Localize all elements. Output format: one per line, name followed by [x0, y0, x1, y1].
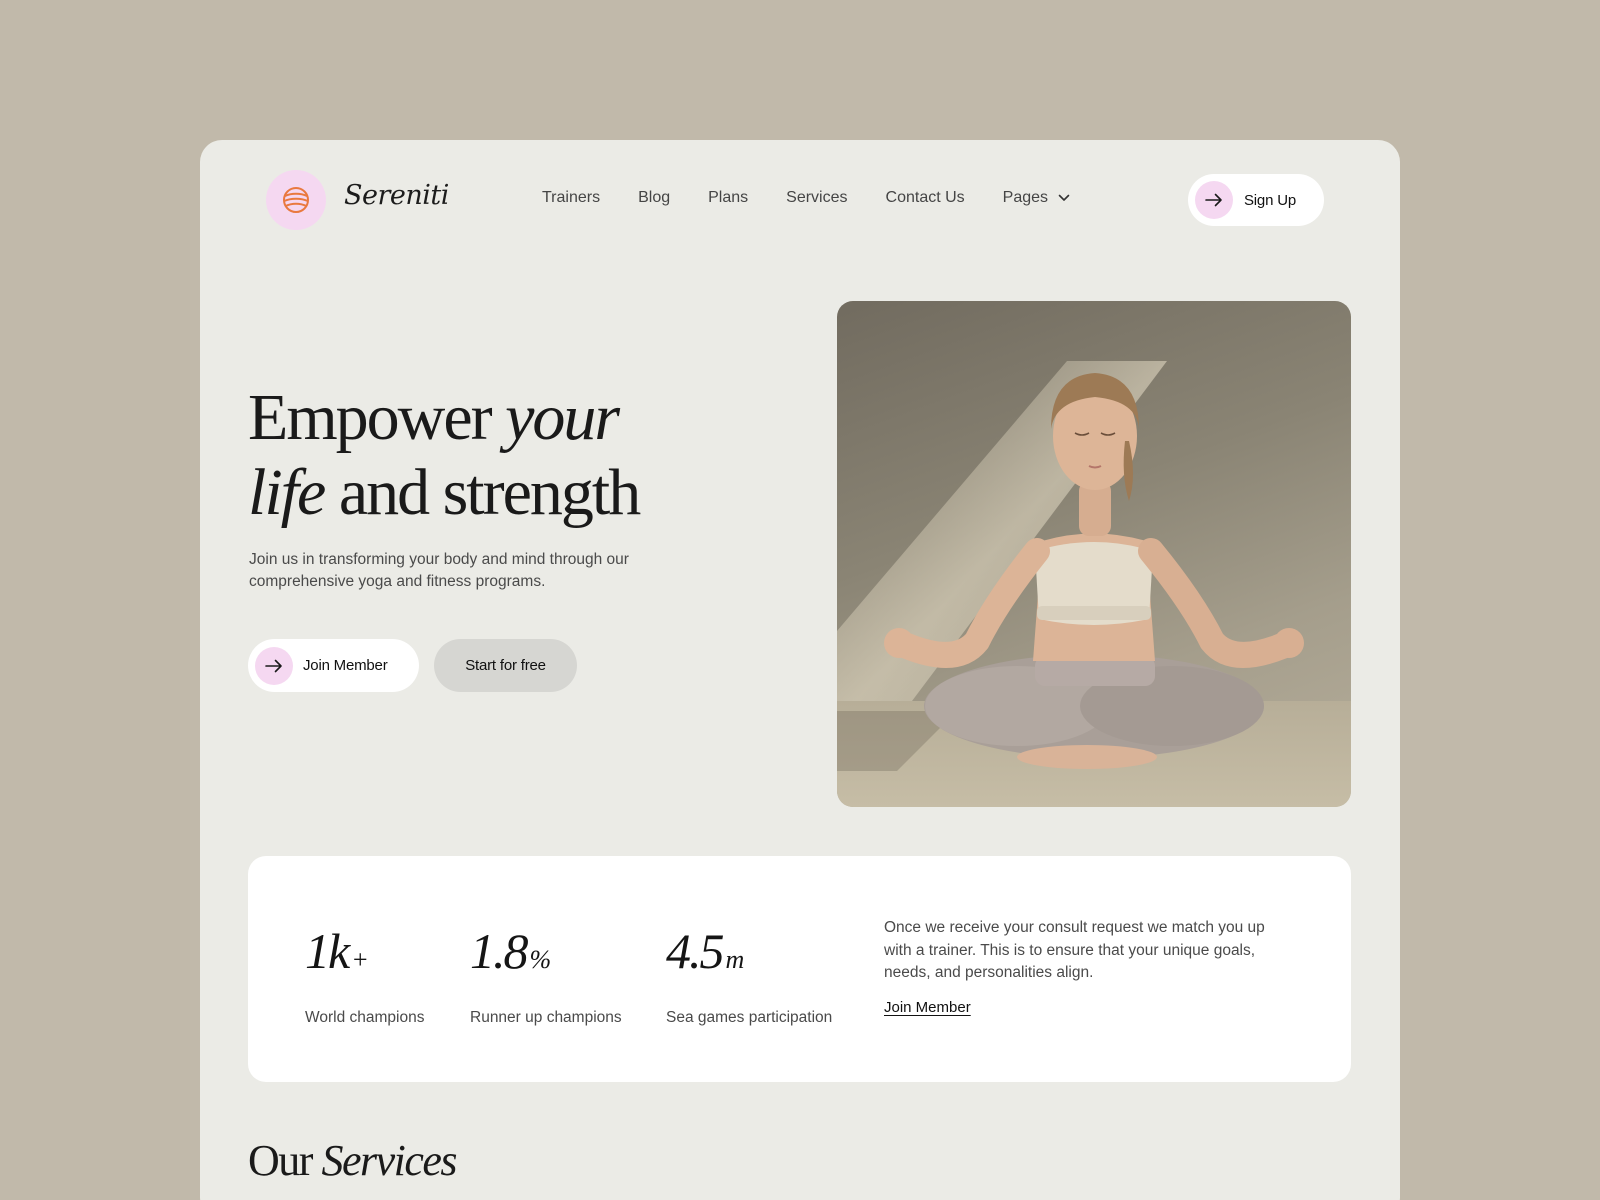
stat-value: 1.8%: [470, 924, 622, 987]
stat-unit: %: [529, 945, 552, 974]
hero-image: [837, 301, 1351, 807]
nav-item-plans[interactable]: Plans: [708, 189, 748, 207]
hero-title: Empower your life and strength: [248, 380, 641, 530]
start-for-free-button[interactable]: Start for free: [434, 639, 577, 692]
nav-item-services[interactable]: Services: [786, 189, 847, 207]
nav-item-trainers[interactable]: Trainers: [542, 189, 600, 207]
services-heading-plain: Our: [248, 1136, 313, 1185]
sign-up-label: Sign Up: [1244, 191, 1296, 209]
stat-sea-games: 4.5 m Sea games participation: [666, 924, 832, 1027]
services-heading: Our Services: [248, 1135, 458, 1186]
sign-up-button[interactable]: Sign Up: [1188, 174, 1324, 226]
nav-item-pages[interactable]: Pages: [1003, 189, 1070, 207]
stats-card: 1k + World champions 1.8% Runner up champ…: [248, 856, 1351, 1082]
join-member-link[interactable]: Join Member: [884, 999, 971, 1016]
arrow-right-icon: [1195, 181, 1233, 219]
arrow-right-icon: [255, 646, 293, 685]
stat-label: Sea games participation: [666, 1009, 833, 1026]
striped-ball-icon: [283, 187, 309, 213]
stat-label: World champions: [305, 1009, 425, 1026]
services-heading-italic: Services: [321, 1136, 457, 1185]
stat-number: 4.5: [666, 923, 724, 979]
join-member-button[interactable]: Join Member: [248, 639, 419, 692]
main-nav: Trainers Blog Plans Services Contact Us …: [542, 189, 1108, 207]
logo[interactable]: [266, 170, 326, 230]
join-member-label: Join Member: [303, 657, 388, 674]
stat-value: 1k +: [305, 924, 424, 987]
stat-unit: m: [725, 945, 745, 974]
nav-item-blog[interactable]: Blog: [638, 189, 670, 207]
nav-item-pages-label: Pages: [1002, 189, 1049, 206]
hero-title-part: and strength: [338, 456, 641, 529]
hero-title-italic: your: [505, 381, 620, 454]
stats-description: Once we receive your consult request we …: [884, 919, 1265, 981]
stat-label: Runner up champions: [470, 1009, 622, 1026]
stat-value: 4.5 m: [666, 924, 832, 987]
stat-number: 1.8: [470, 923, 528, 979]
meditating-woman-illustration: [837, 361, 1351, 807]
stat-runner-up-champions: 1.8% Runner up champions: [470, 924, 622, 1027]
chevron-down-icon: [1058, 194, 1070, 202]
hero-title-part: Empower: [248, 381, 493, 454]
stat-number: 1k: [305, 923, 350, 979]
stat-world-champions: 1k + World champions: [305, 924, 424, 1027]
hero-title-italic: life: [248, 456, 326, 529]
nav-item-contact-us[interactable]: Contact Us: [886, 189, 965, 207]
hero-subtitle: Join us in transforming your body and mi…: [249, 551, 629, 590]
page-card: Sereniti Trainers Blog Plans Services Co…: [200, 140, 1400, 1200]
brand-name[interactable]: Sereniti: [344, 180, 449, 211]
stat-unit: +: [351, 945, 369, 974]
